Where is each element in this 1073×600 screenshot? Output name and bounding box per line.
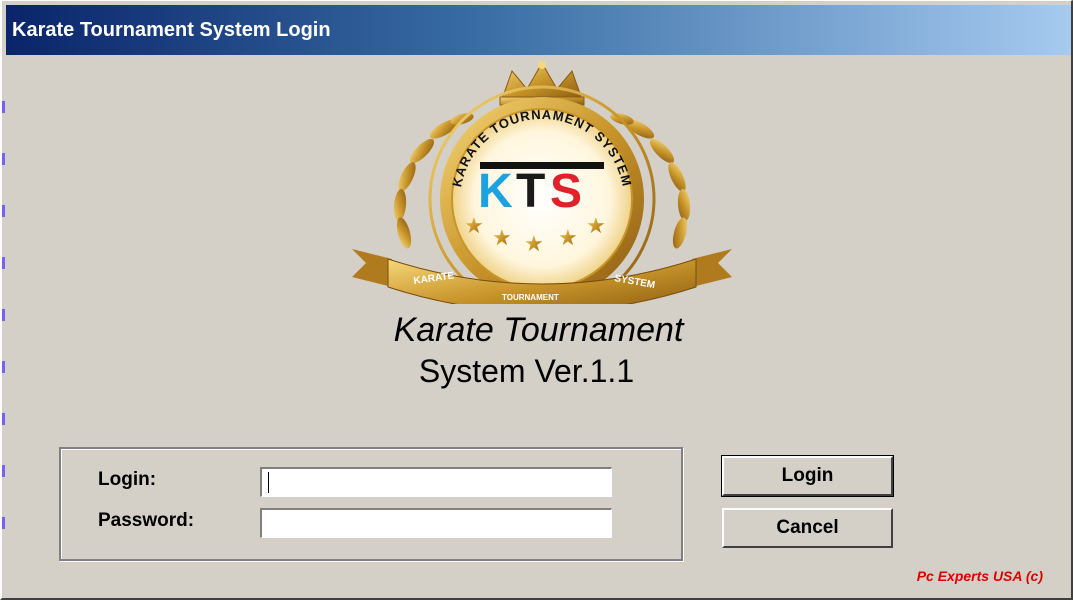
text-caret — [268, 472, 269, 493]
login-label: Login: — [98, 469, 157, 490]
login-window: Karate Tournament System Login KARATE TO… — [0, 0, 1073, 600]
svg-text:★: ★ — [464, 214, 484, 239]
svg-text:K: K — [478, 165, 513, 218]
app-title-line2: System Ver.1.1 — [418, 353, 635, 389]
svg-text:T: T — [516, 165, 545, 218]
svg-text:★: ★ — [558, 226, 578, 251]
title-bar[interactable]: Karate Tournament System Login — [6, 5, 1071, 55]
login-input[interactable] — [260, 467, 612, 497]
app-title-line1: Karate Tournament — [393, 311, 684, 349]
svg-text:★: ★ — [586, 214, 606, 239]
svg-text:★: ★ — [524, 232, 544, 257]
svg-text:S: S — [550, 165, 582, 218]
cancel-button[interactable]: Cancel — [722, 508, 893, 548]
window-title: Karate Tournament System Login — [12, 19, 331, 41]
login-button[interactable]: Login — [721, 455, 894, 497]
password-input[interactable] — [260, 508, 612, 538]
kts-emblem-logo: KARATE TOURNAMENT SYSTEM K T S ★ ★ ★ ★ ★… — [352, 61, 732, 304]
svg-text:★: ★ — [492, 226, 512, 251]
svg-text:TOURNAMENT: TOURNAMENT — [502, 293, 559, 302]
password-label: Password: — [98, 510, 195, 531]
copyright-text: Pc Experts USA (c) — [916, 568, 1043, 584]
credentials-groupbox — [59, 447, 683, 561]
